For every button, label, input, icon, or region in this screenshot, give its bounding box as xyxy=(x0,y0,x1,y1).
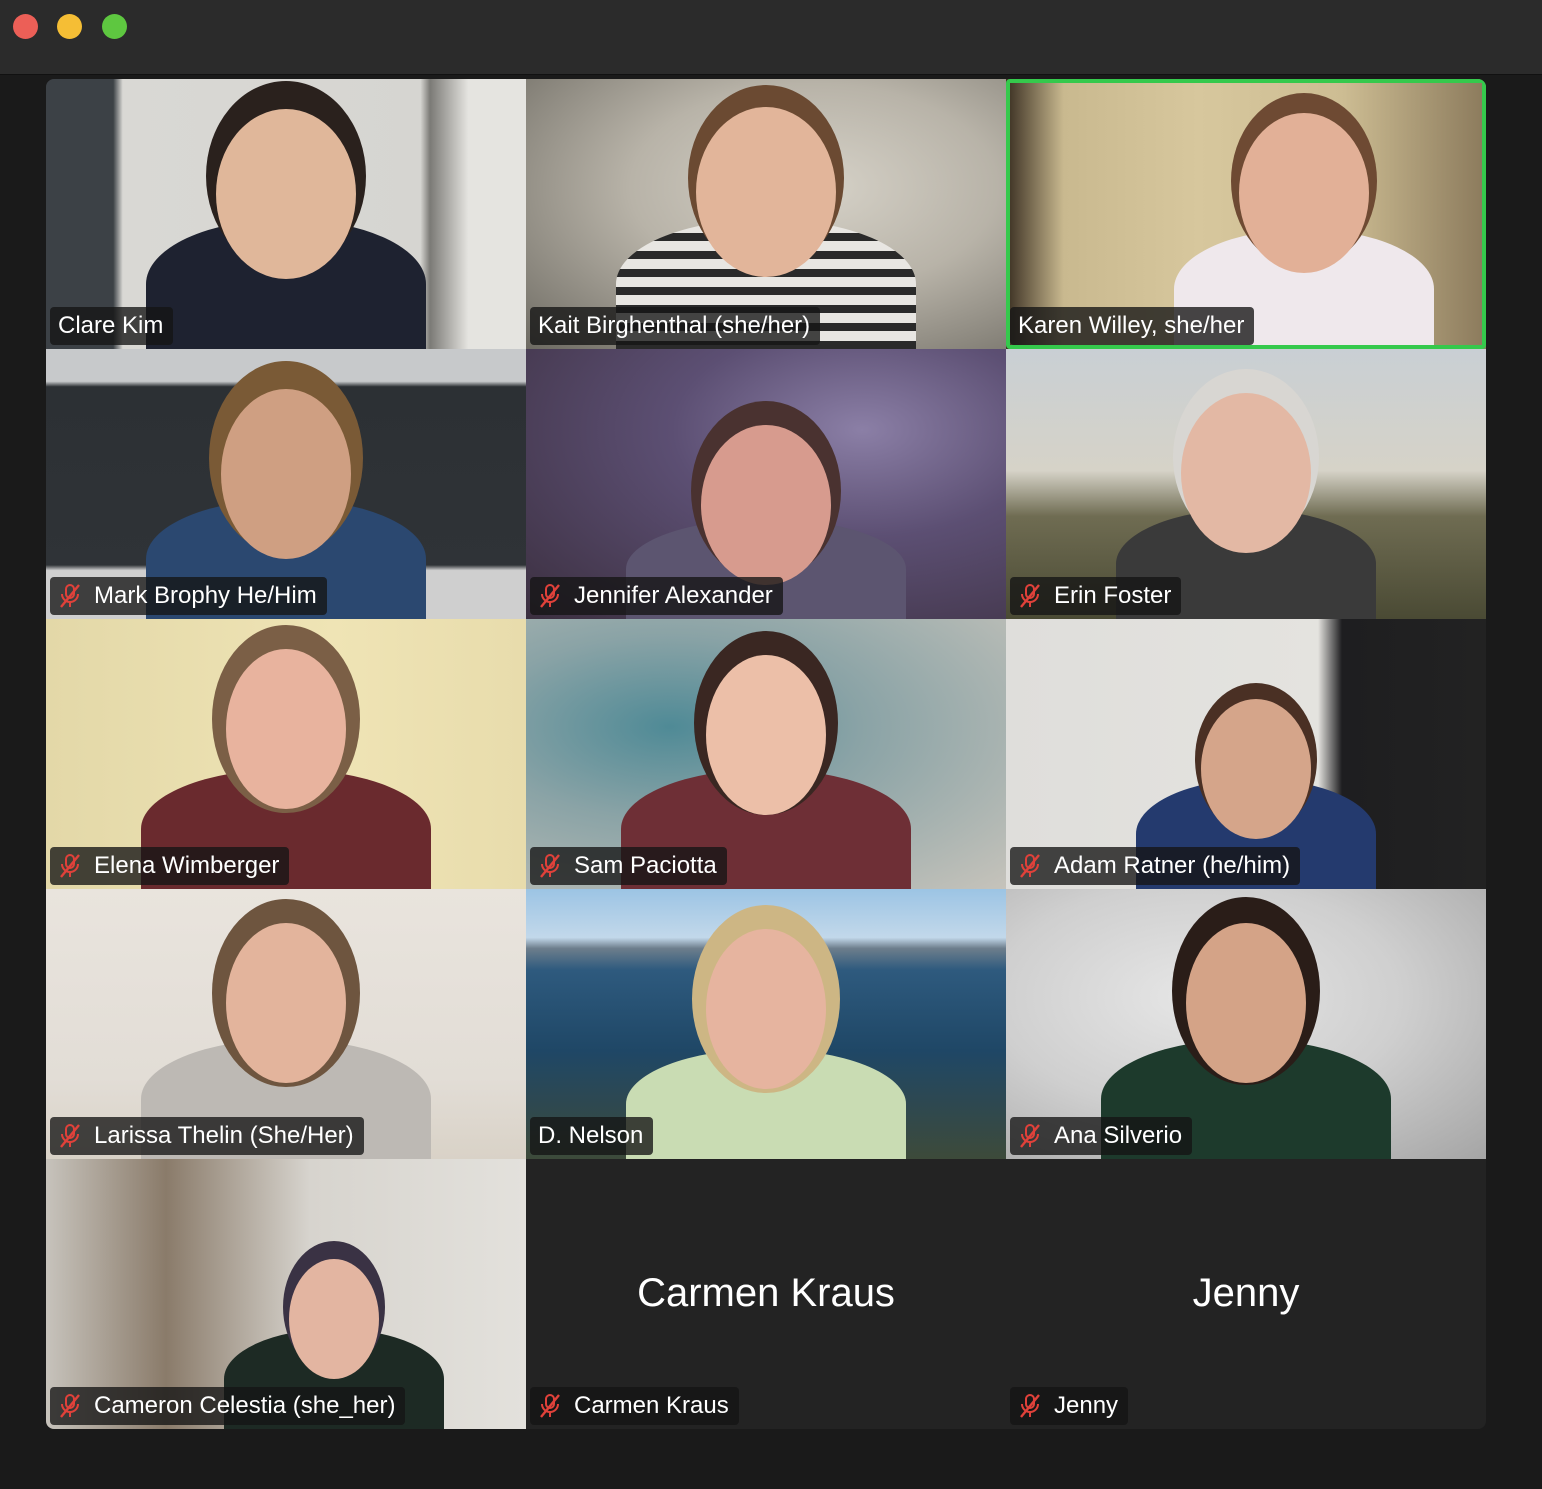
participant-name-tag: D. Nelson xyxy=(530,1117,654,1155)
participant-name-tag: Jennifer Alexander xyxy=(530,577,783,615)
participant-name-tag: Carmen Kraus xyxy=(530,1387,739,1425)
microphone-muted-icon xyxy=(1020,584,1040,608)
maximize-window-button[interactable] xyxy=(102,14,127,39)
participant-name-tag: Elena Wimberger xyxy=(50,847,290,885)
microphone-muted-icon xyxy=(1020,1394,1040,1418)
participant-name: Jenny xyxy=(1054,1392,1119,1419)
microphone-muted-icon xyxy=(540,584,560,608)
participant-name-tag: Erin Foster xyxy=(1010,577,1182,615)
title-bar xyxy=(0,0,1542,75)
participant-name-tag: Karen Willey, she/her xyxy=(1010,307,1255,345)
participant-name-tag: Jenny xyxy=(1010,1387,1129,1425)
participant-tile[interactable]: Cameron Celestia (she_her) xyxy=(46,1159,526,1429)
microphone-muted-icon xyxy=(60,1124,80,1148)
participant-name: Cameron Celestia (she_her) xyxy=(94,1392,396,1419)
participant-name-tag: Sam Paciotta xyxy=(530,847,727,885)
participant-name: Erin Foster xyxy=(1054,582,1172,609)
participant-tile-active-speaker[interactable]: Karen Willey, she/her xyxy=(1006,79,1486,349)
microphone-muted-icon xyxy=(540,1394,560,1418)
microphone-muted-icon xyxy=(1020,1124,1040,1148)
microphone-muted-icon xyxy=(60,854,80,878)
participant-name-tag: Mark Brophy He/Him xyxy=(50,577,327,615)
participant-name: Carmen Kraus xyxy=(574,1392,729,1419)
participant-name: Clare Kim xyxy=(58,312,164,339)
participant-name: Ana Silverio xyxy=(1054,1122,1183,1149)
participant-tile-no-video[interactable]: Jenny Jenny xyxy=(1006,1159,1486,1429)
participant-name-tag: Adam Ratner (he/him) xyxy=(1010,847,1301,885)
participant-tile[interactable]: Clare Kim xyxy=(46,79,526,349)
participant-tile[interactable]: D. Nelson xyxy=(526,889,1006,1159)
close-window-button[interactable] xyxy=(13,14,38,39)
microphone-muted-icon xyxy=(540,854,560,878)
participant-name-tag: Larissa Thelin (She/Her) xyxy=(50,1117,364,1155)
participant-tile[interactable]: Larissa Thelin (She/Her) xyxy=(46,889,526,1159)
microphone-muted-icon xyxy=(60,584,80,608)
participant-tile[interactable]: Ana Silverio xyxy=(1006,889,1486,1159)
participant-display-name: Carmen Kraus xyxy=(637,1271,895,1315)
participant-tile[interactable]: Mark Brophy He/Him xyxy=(46,349,526,619)
participant-tile[interactable]: Sam Paciotta xyxy=(526,619,1006,889)
participant-name: Mark Brophy He/Him xyxy=(94,582,317,609)
participant-name-tag: Ana Silverio xyxy=(1010,1117,1193,1155)
participant-name-tag: Kait Birghenthal (she/her) xyxy=(530,307,821,345)
participant-tile[interactable]: Adam Ratner (he/him) xyxy=(1006,619,1486,889)
participant-tile[interactable]: Kait Birghenthal (she/her) xyxy=(526,79,1006,349)
participant-name: Karen Willey, she/her xyxy=(1018,312,1245,339)
participant-display-name: Jenny xyxy=(1192,1271,1300,1315)
participant-name-tag: Cameron Celestia (she_her) xyxy=(50,1387,406,1425)
participant-name-tag: Clare Kim xyxy=(50,307,174,345)
participant-name: Jennifer Alexander xyxy=(574,582,773,609)
participant-video-figure xyxy=(136,99,436,349)
microphone-muted-icon xyxy=(60,1394,80,1418)
participant-name: Elena Wimberger xyxy=(94,852,280,879)
participant-name: Adam Ratner (he/him) xyxy=(1054,852,1291,879)
participant-name: Kait Birghenthal (she/her) xyxy=(538,312,811,339)
participant-tile[interactable]: Jennifer Alexander xyxy=(526,349,1006,619)
participant-name: Sam Paciotta xyxy=(574,852,717,879)
microphone-muted-icon xyxy=(1020,854,1040,878)
zoom-meeting-window: Clare Kim Kait Birghenthal (she/her) Kar… xyxy=(0,0,1542,1489)
participant-tile[interactable]: Elena Wimberger xyxy=(46,619,526,889)
gallery-view-grid: Clare Kim Kait Birghenthal (she/her) Kar… xyxy=(46,79,1486,1429)
participant-name: D. Nelson xyxy=(538,1122,644,1149)
participant-tile-no-video[interactable]: Carmen Kraus Carmen Kraus xyxy=(526,1159,1006,1429)
participant-name: Larissa Thelin (She/Her) xyxy=(94,1122,354,1149)
participant-tile[interactable]: Erin Foster xyxy=(1006,349,1486,619)
minimize-window-button[interactable] xyxy=(57,14,82,39)
participant-video-figure xyxy=(616,909,916,1159)
